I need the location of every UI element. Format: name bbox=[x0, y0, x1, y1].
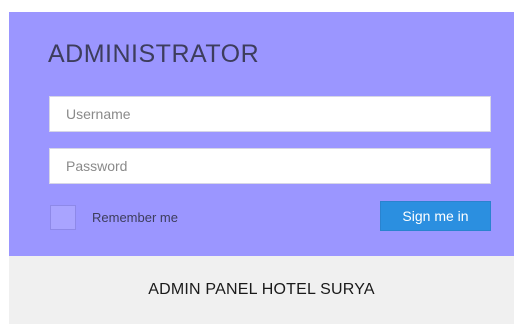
password-input[interactable] bbox=[49, 148, 491, 184]
username-input[interactable] bbox=[49, 96, 491, 132]
sign-in-button[interactable]: Sign me in bbox=[380, 201, 491, 231]
remember-me-checkbox[interactable] bbox=[50, 205, 76, 230]
footer-text: ADMIN PANEL HOTEL SURYA bbox=[148, 281, 375, 298]
login-panel: ADMINISTRATOR Remember me Sign me in bbox=[9, 12, 514, 256]
remember-me-label: Remember me bbox=[92, 210, 178, 225]
remember-me-row: Remember me bbox=[50, 205, 178, 230]
login-card: ADMINISTRATOR Remember me Sign me in ADM… bbox=[9, 12, 514, 324]
panel-title: ADMINISTRATOR bbox=[48, 40, 260, 68]
